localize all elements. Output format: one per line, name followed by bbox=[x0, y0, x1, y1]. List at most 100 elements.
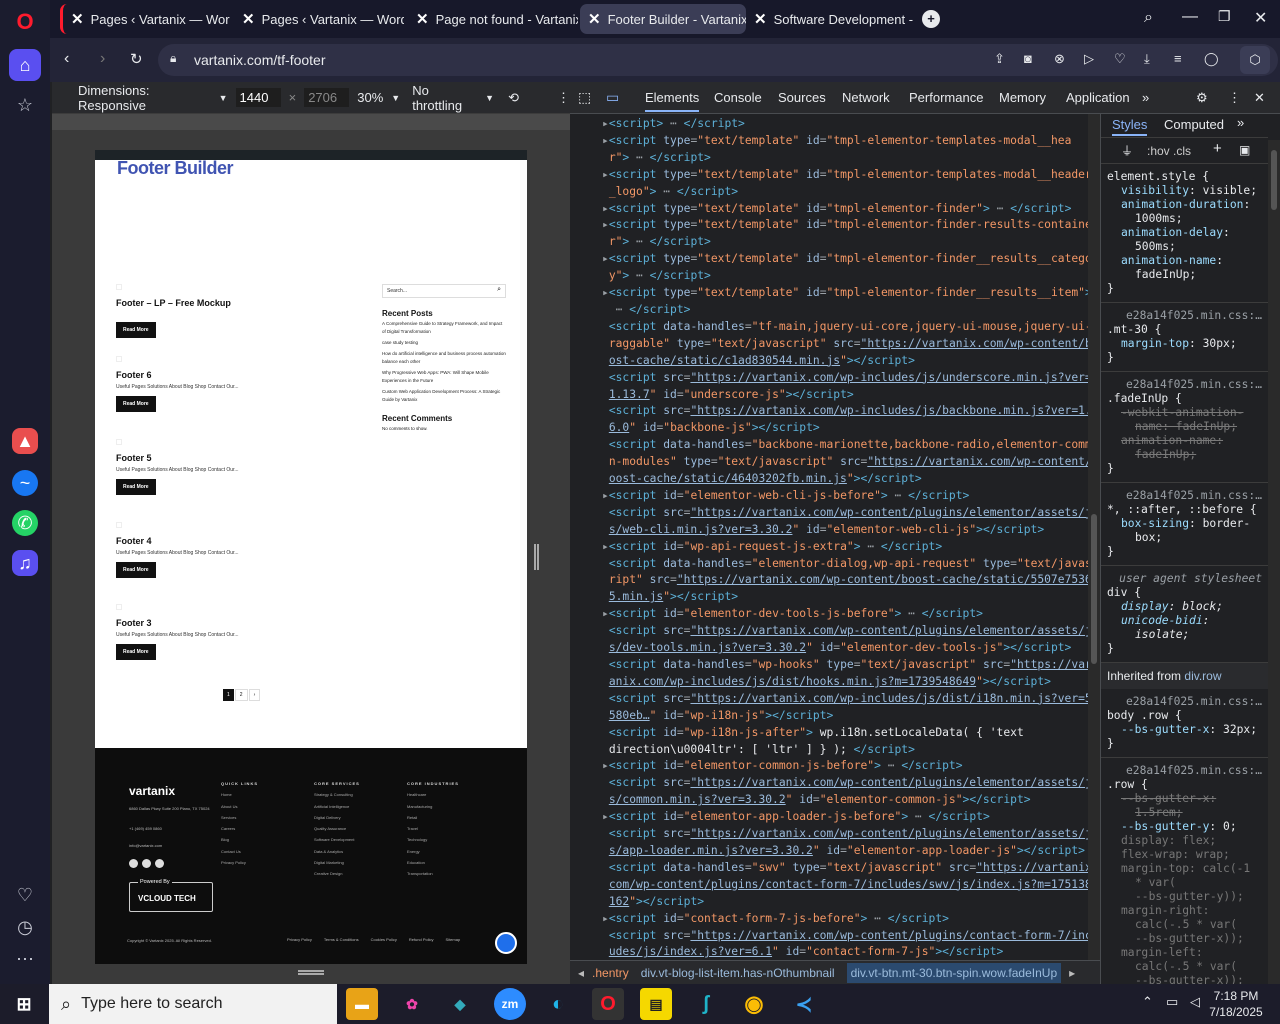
dom-node[interactable]: ▸<script id="wp-api-request-js-extra"> ⋯… bbox=[602, 539, 1100, 556]
kebab-menu-icon[interactable]: ⋮ bbox=[1228, 82, 1241, 114]
home-icon[interactable]: ⌂ bbox=[9, 49, 41, 81]
post-title[interactable]: Footer – LP – Free Mockup bbox=[116, 298, 231, 308]
read-more-button[interactable]: Read More bbox=[116, 396, 156, 412]
flow-icon[interactable]: ▷ bbox=[1084, 51, 1094, 67]
footer-link[interactable]: Data & Analytics bbox=[314, 846, 360, 857]
sticky-notes-icon[interactable]: ▤ bbox=[640, 988, 672, 1020]
taskbar-search[interactable]: ⌕ Type here to search bbox=[49, 984, 337, 1024]
pinboard-icon[interactable]: ☆ bbox=[9, 89, 41, 121]
dom-node[interactable]: ▸<script type="text/template" id="tmpl-e… bbox=[602, 251, 1100, 268]
dom-node[interactable]: <script src="https://vartanix.com/wp-inc… bbox=[602, 403, 1100, 420]
footer-link[interactable]: Technology bbox=[407, 834, 459, 845]
style-rule[interactable]: user agent stylesheet div { display: blo… bbox=[1101, 566, 1268, 663]
footer-link[interactable]: Retail bbox=[407, 812, 459, 823]
footer-link[interactable]: Privacy Policy bbox=[287, 937, 312, 942]
recent-post-link[interactable]: Why Progressive Web Apps: PWA: Will Shap… bbox=[382, 369, 506, 385]
messenger-icon[interactable]: ~ bbox=[12, 470, 38, 496]
height-input[interactable]: 2706 bbox=[304, 88, 350, 107]
footer-link[interactable]: Privacy Policy bbox=[221, 857, 258, 868]
add-rule-icon[interactable]: + bbox=[1213, 141, 1222, 156]
tray-chevron-icon[interactable]: ⌃ bbox=[1142, 994, 1153, 1010]
dom-node[interactable]: ▸<script type="text/template" id="tmpl-e… bbox=[602, 167, 1100, 184]
social-icon[interactable] bbox=[155, 859, 164, 868]
search-widget[interactable]: Search... ⌕ bbox=[382, 284, 506, 298]
app-icon[interactable]: ◆ bbox=[444, 988, 476, 1020]
chat-widget-icon[interactable] bbox=[495, 932, 517, 954]
device-toggle-icon[interactable]: ▭ bbox=[606, 89, 619, 106]
dom-node[interactable]: ▸<script type="text/template" id="tmpl-e… bbox=[602, 217, 1100, 234]
tab-console[interactable]: Console bbox=[714, 82, 762, 114]
post-title[interactable]: Footer 6 bbox=[116, 370, 239, 380]
style-rule[interactable]: e28a14f025.min.css:… *, ::after, ::befor… bbox=[1101, 483, 1268, 566]
read-more-button[interactable]: Read More bbox=[116, 479, 156, 495]
read-more-button[interactable]: Read More bbox=[116, 562, 156, 578]
footer-link[interactable]: Contact Us bbox=[221, 846, 258, 857]
more-tabs-icon[interactable]: » bbox=[1142, 82, 1149, 114]
footer-logo[interactable]: vartanix bbox=[129, 784, 175, 798]
breadcrumb-item[interactable]: .hentry bbox=[592, 966, 629, 980]
adblock-icon[interactable]: ⊗ bbox=[1054, 51, 1065, 67]
dom-node[interactable]: <script data-handles="swv" type="text/ja… bbox=[602, 860, 1100, 877]
dom-node[interactable]: ▸<script id="contact-form-7-js-before"> … bbox=[602, 911, 1100, 928]
footer-link[interactable]: Sitemap bbox=[446, 937, 461, 942]
page-1-link[interactable]: 1 bbox=[223, 689, 234, 701]
minimize-button[interactable]: — bbox=[1182, 8, 1198, 26]
file-explorer-icon[interactable]: ▬ bbox=[346, 988, 378, 1020]
settings-gear-icon[interactable]: ⚙ bbox=[1196, 82, 1208, 114]
dom-node[interactable]: <script data-handles="backbone-marionett… bbox=[602, 437, 1100, 454]
dom-node[interactable]: ▸<script id="elementor-dev-tools-js-befo… bbox=[602, 606, 1100, 623]
rotate-icon[interactable]: ⟲ bbox=[508, 90, 519, 106]
music-icon[interactable]: ♫ bbox=[12, 550, 38, 576]
app-icon[interactable]: ✿ bbox=[396, 988, 428, 1020]
dom-node[interactable]: <script data-handles="tf-main,jquery-ui-… bbox=[602, 319, 1100, 336]
maximize-button[interactable]: ❐ bbox=[1218, 8, 1231, 25]
download-icon[interactable]: ⤓ bbox=[1144, 51, 1150, 67]
style-rule[interactable]: element.style { visibility: visible; ani… bbox=[1101, 164, 1268, 303]
heart-icon[interactable]: ♡ bbox=[1114, 51, 1126, 67]
style-rule[interactable]: e28a14f025.min.css:… .mt-30 { margin-top… bbox=[1101, 303, 1268, 372]
footer-link[interactable]: Education bbox=[407, 857, 459, 868]
powered-by-badge[interactable]: Powered By VCLOUD TECH bbox=[129, 879, 213, 912]
footer-link[interactable]: Transportation bbox=[407, 868, 459, 879]
url-field[interactable]: 🔒︎ vartanix.com/tf-footer ⇪ ◙ ⊗ ▷ ♡ ⤓ ≡ … bbox=[158, 44, 1278, 76]
dom-node[interactable]: ▸<script type="text/template" id="tmpl-e… bbox=[602, 285, 1100, 302]
dom-node[interactable]: <script src="https://vartanix.com/wp-con… bbox=[602, 775, 1100, 792]
recent-post-link[interactable]: How do artificial intelligence and busin… bbox=[382, 350, 506, 366]
windows-start-icon[interactable]: ⊞ bbox=[8, 988, 40, 1020]
post-title[interactable]: Footer 3 bbox=[116, 618, 239, 628]
footer-link[interactable]: Artificial Intelligence bbox=[314, 801, 360, 812]
volume-icon[interactable]: ◁ bbox=[1190, 994, 1200, 1010]
style-rule[interactable]: e28a14f025.min.css:… .row { --bs-gutter-… bbox=[1101, 758, 1268, 984]
footer-link[interactable]: Digital Marketing bbox=[314, 857, 360, 868]
footer-link[interactable]: Quality Assurance bbox=[314, 823, 360, 834]
next-page-link[interactable]: › bbox=[248, 689, 261, 701]
chrome-icon[interactable]: ◉ bbox=[738, 988, 770, 1020]
styles-scrollbar[interactable] bbox=[1268, 140, 1280, 984]
recent-post-link[interactable]: case study testing bbox=[382, 339, 506, 347]
elements-scrollbar[interactable] bbox=[1088, 114, 1100, 960]
social-icon[interactable] bbox=[129, 859, 138, 868]
resize-handle-bottom[interactable] bbox=[298, 970, 324, 975]
dom-node[interactable]: <script src="https://vartanix.com/wp-con… bbox=[602, 623, 1100, 640]
width-input[interactable]: 1440 bbox=[235, 88, 281, 107]
dom-node[interactable]: <script src="https://vartanix.com/wp-con… bbox=[602, 826, 1100, 843]
tab-2[interactable]: ✕ Pages ‹ Vartanix — WordP bbox=[234, 4, 404, 34]
footer-link[interactable]: Travel bbox=[407, 823, 459, 834]
share-icon[interactable]: ⇪ bbox=[994, 51, 1005, 67]
tab-3[interactable]: ✕ Page not found - Vartanix bbox=[408, 4, 578, 34]
dimensions-select[interactable]: Dimensions: Responsive bbox=[78, 83, 211, 113]
page-2-link[interactable]: 2 bbox=[234, 689, 248, 701]
search-icon[interactable]: ⌕ bbox=[497, 286, 501, 294]
extensions-icon[interactable]: ⬡ bbox=[1240, 46, 1270, 74]
breadcrumb-item[interactable]: div.vt-blog-list-item.has-nOthumbnail bbox=[641, 966, 835, 980]
close-devtools-icon[interactable]: ✕ bbox=[1254, 82, 1265, 114]
tab-5[interactable]: ✕ Software Development - V bbox=[746, 4, 916, 34]
footer-phone[interactable]: +1 (469) 459 0860 bbox=[129, 826, 215, 832]
tab-application[interactable]: Application bbox=[1066, 82, 1130, 114]
opera-logo-icon[interactable]: O bbox=[9, 6, 41, 38]
scroll-right-icon[interactable]: ▸ bbox=[1069, 966, 1075, 980]
zoom-select[interactable]: 30% bbox=[357, 90, 383, 105]
network-icon[interactable]: ▭ bbox=[1166, 994, 1178, 1010]
footer-link[interactable]: Refund Policy bbox=[409, 937, 434, 942]
clock[interactable]: 7:18 PM 7/18/2025 bbox=[1206, 988, 1266, 1020]
